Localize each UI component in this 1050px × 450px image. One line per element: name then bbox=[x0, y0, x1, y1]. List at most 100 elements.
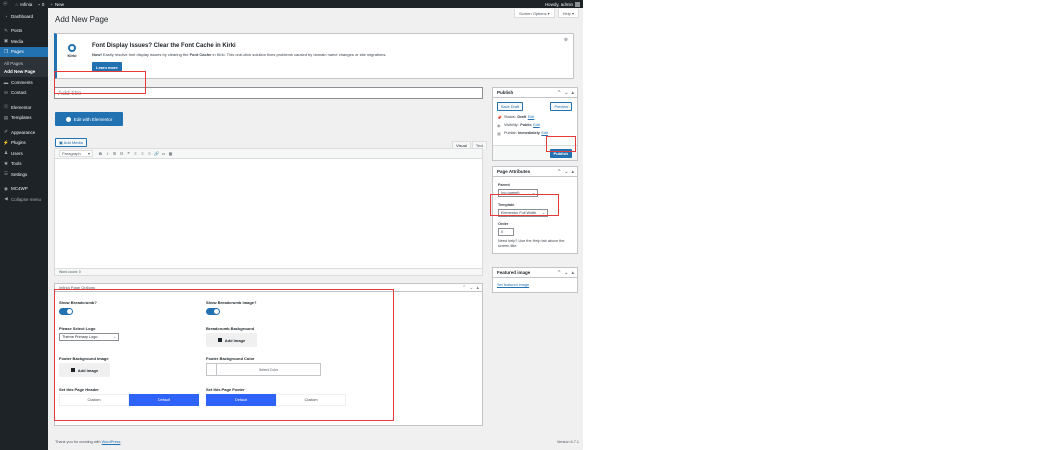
footer-custom-option[interactable]: Custom bbox=[276, 394, 346, 406]
edit-with-elementor-button[interactable]: Edit with Elementor bbox=[55, 112, 123, 126]
align-left-icon[interactable]: ≡ bbox=[132, 151, 139, 156]
sidebar-item-settings[interactable]: ☰ Settings bbox=[0, 169, 48, 180]
move-up-icon[interactable]: ⌃ bbox=[557, 169, 561, 175]
add-media-button[interactable]: ▣ Add Media bbox=[55, 138, 87, 147]
format-select[interactable]: Paragraph ▾ bbox=[59, 150, 93, 157]
comments-link[interactable]: ▪ 0 bbox=[38, 2, 44, 7]
footer-default-option[interactable]: Default bbox=[206, 394, 276, 406]
select-logo-label: Please Select Logo bbox=[59, 326, 96, 331]
move-up-icon[interactable]: ⌃ bbox=[557, 270, 561, 276]
comments-icon: ▬ bbox=[3, 79, 9, 85]
sidebar-item-pages[interactable]: ❐ Pages bbox=[0, 46, 48, 57]
submenu-add-new-page[interactable]: Add New Page bbox=[0, 67, 48, 75]
align-right-icon[interactable]: ≡ bbox=[146, 151, 153, 156]
dashboard-icon: ◔ bbox=[4, 13, 8, 19]
bold-icon[interactable]: B bbox=[97, 151, 104, 156]
account-menu[interactable]: Howdy, admin bbox=[545, 1, 580, 7]
featured-image-header: Featured image ⌃ ⌄ ▴ bbox=[493, 268, 577, 278]
breadcrumb-background-label: Breadcrumb Background bbox=[206, 326, 255, 331]
align-center-icon[interactable]: ≡ bbox=[139, 151, 146, 156]
numbered-list-icon[interactable]: ☷ bbox=[118, 151, 125, 156]
save-draft-button[interactable]: Save Draft bbox=[497, 102, 523, 111]
move-up-icon[interactable]: ⌃ bbox=[462, 285, 466, 291]
submenu-all-pages[interactable]: All Pages bbox=[0, 59, 48, 67]
breadcrumb-add-image-button[interactable]: Add Image bbox=[206, 333, 257, 347]
sidebar-item-tools[interactable]: ✱ Tools bbox=[0, 159, 48, 170]
editor-toolbar: Paragraph ▾ B I ☰ ☷ ❝ ≡ ≡ ≡ 🔗 ▭ ▦ bbox=[55, 149, 482, 159]
help-button[interactable]: Help ▾ bbox=[557, 9, 579, 18]
admin-sidebar: ◔ Dashboard ✎ Posts ▣ Media ❐ Pages All Page… bbox=[0, 8, 48, 450]
word-count: Word count: 0 bbox=[55, 268, 482, 275]
show-breadcrumb-toggle[interactable] bbox=[59, 308, 73, 315]
main-content: Screen Options ▾ Help ▾ Add New Page Kir… bbox=[48, 8, 583, 450]
screen-options-button[interactable]: Screen Options ▾ bbox=[513, 9, 555, 18]
toggle-panel-icon[interactable]: ▴ bbox=[571, 270, 574, 276]
collapse-icon: ◀ bbox=[4, 196, 8, 202]
sidebar-item-plugins[interactable]: ⚡ Plugins bbox=[0, 138, 48, 149]
elementor-icon bbox=[65, 116, 71, 122]
move-down-icon[interactable]: ⌄ bbox=[564, 169, 568, 175]
highlight-box-publish bbox=[546, 136, 576, 152]
footer-add-image-button[interactable]: Add Image bbox=[59, 363, 110, 377]
sidebar-item-elementor[interactable]: ⓔ Elementor bbox=[0, 102, 48, 113]
italic-icon[interactable]: I bbox=[104, 151, 111, 156]
move-up-icon[interactable]: ⌃ bbox=[557, 90, 561, 96]
content-editor[interactable]: Paragraph ▾ B I ☰ ☷ ❝ ≡ ≡ ≡ 🔗 ▭ ▦ Word co… bbox=[54, 148, 483, 276]
wordpress-admin-screen: ⓦ ⌂ Infinia ▪ 0 + New Howdy, admin ◔ Dashboa… bbox=[0, 0, 583, 450]
sidebar-item-mc4wp[interactable]: ◉ MC4WP bbox=[0, 184, 48, 195]
sidebar-item-appearance[interactable]: ✐ Appearance bbox=[0, 127, 48, 138]
calendar-icon: ▦ bbox=[497, 131, 501, 136]
order-label: Order bbox=[498, 222, 509, 226]
user-icon: ♟ bbox=[3, 150, 9, 156]
edit-status-link[interactable]: Edit bbox=[528, 115, 535, 119]
edit-schedule-link[interactable]: Edit bbox=[541, 131, 548, 135]
page-title: Add New Page bbox=[55, 15, 109, 24]
bullet-list-icon[interactable]: ☰ bbox=[111, 151, 118, 156]
wordpress-link[interactable]: WordPress bbox=[102, 440, 121, 444]
sidebar-item-posts[interactable]: ✎ Posts bbox=[0, 26, 48, 37]
home-icon: ⌂ bbox=[15, 1, 19, 7]
toggle-panel-icon[interactable]: ▴ bbox=[571, 90, 574, 96]
color-swatch bbox=[207, 364, 217, 375]
logo-select[interactable]: Theme Primary Logo ⌄ bbox=[59, 333, 119, 341]
move-down-icon[interactable]: ⌄ bbox=[564, 90, 568, 96]
show-breadcrumb-image-toggle[interactable] bbox=[206, 308, 220, 315]
attributes-help-text: Need help? Use the Help tab above the sc… bbox=[498, 239, 565, 248]
image-icon bbox=[217, 338, 222, 342]
sidebar-collapse-menu[interactable]: ◀ Collapse menu bbox=[0, 194, 48, 205]
parent-label: Parent bbox=[498, 183, 510, 187]
header-custom-option[interactable]: Custom bbox=[59, 394, 129, 406]
new-content-link[interactable]: + New bbox=[50, 2, 64, 7]
wordpress-logo-icon[interactable]: ⓦ bbox=[3, 1, 10, 7]
link-icon[interactable]: 🔗 bbox=[153, 151, 160, 156]
toggle-panel-icon[interactable]: ▴ bbox=[476, 285, 479, 291]
visibility-row: ◉ Visibility: Public Edit bbox=[497, 123, 540, 128]
notice-title: Font Display Issues? Clear the Font Cach… bbox=[92, 43, 236, 49]
edit-visibility-link[interactable]: Edit bbox=[533, 123, 540, 127]
dismiss-notice-icon[interactable]: ⊗ bbox=[564, 37, 568, 43]
order-input[interactable]: 0 bbox=[498, 228, 514, 236]
read-more-icon[interactable]: ▭ bbox=[160, 151, 167, 156]
set-page-footer-label: Set this Page Footer bbox=[206, 387, 245, 392]
sidebar-item-media[interactable]: ▣ Media bbox=[0, 36, 48, 47]
sidebar-item-users[interactable]: ♟ Users bbox=[0, 148, 48, 159]
sidebar-item-contact[interactable]: ✉ Contact bbox=[0, 88, 48, 99]
toolbar-toggle-icon[interactable]: ▦ bbox=[167, 151, 174, 156]
admin-footer-text: Thank you for creating with WordPress. bbox=[55, 440, 122, 444]
blockquote-icon[interactable]: ❝ bbox=[125, 151, 132, 156]
page-footer-segmented: Default Custom bbox=[206, 394, 346, 406]
header-default-option[interactable]: Default bbox=[129, 394, 199, 406]
move-down-icon[interactable]: ⌄ bbox=[564, 270, 568, 276]
footer-color-picker[interactable]: Select Color bbox=[206, 363, 321, 376]
toggle-panel-icon[interactable]: ▴ bbox=[571, 169, 574, 175]
sidebar-item-comments[interactable]: ▬ Comments bbox=[0, 77, 48, 88]
sidebar-item-dashboard[interactable]: ◔ Dashboard bbox=[0, 11, 48, 22]
sidebar-item-templates[interactable]: ▤ Templates bbox=[0, 113, 48, 124]
wordpress-version: Version 6.7.1 bbox=[556, 440, 579, 444]
footer-background-image-label: Footer Background Image bbox=[59, 356, 109, 361]
site-name-link[interactable]: ⌂ Infinia bbox=[16, 2, 33, 7]
set-featured-image-link[interactable]: Set featured image bbox=[493, 278, 577, 292]
move-down-icon[interactable]: ⌄ bbox=[469, 285, 473, 291]
pin-icon: 📌 bbox=[497, 115, 502, 120]
preview-button[interactable]: Preview bbox=[550, 102, 572, 111]
